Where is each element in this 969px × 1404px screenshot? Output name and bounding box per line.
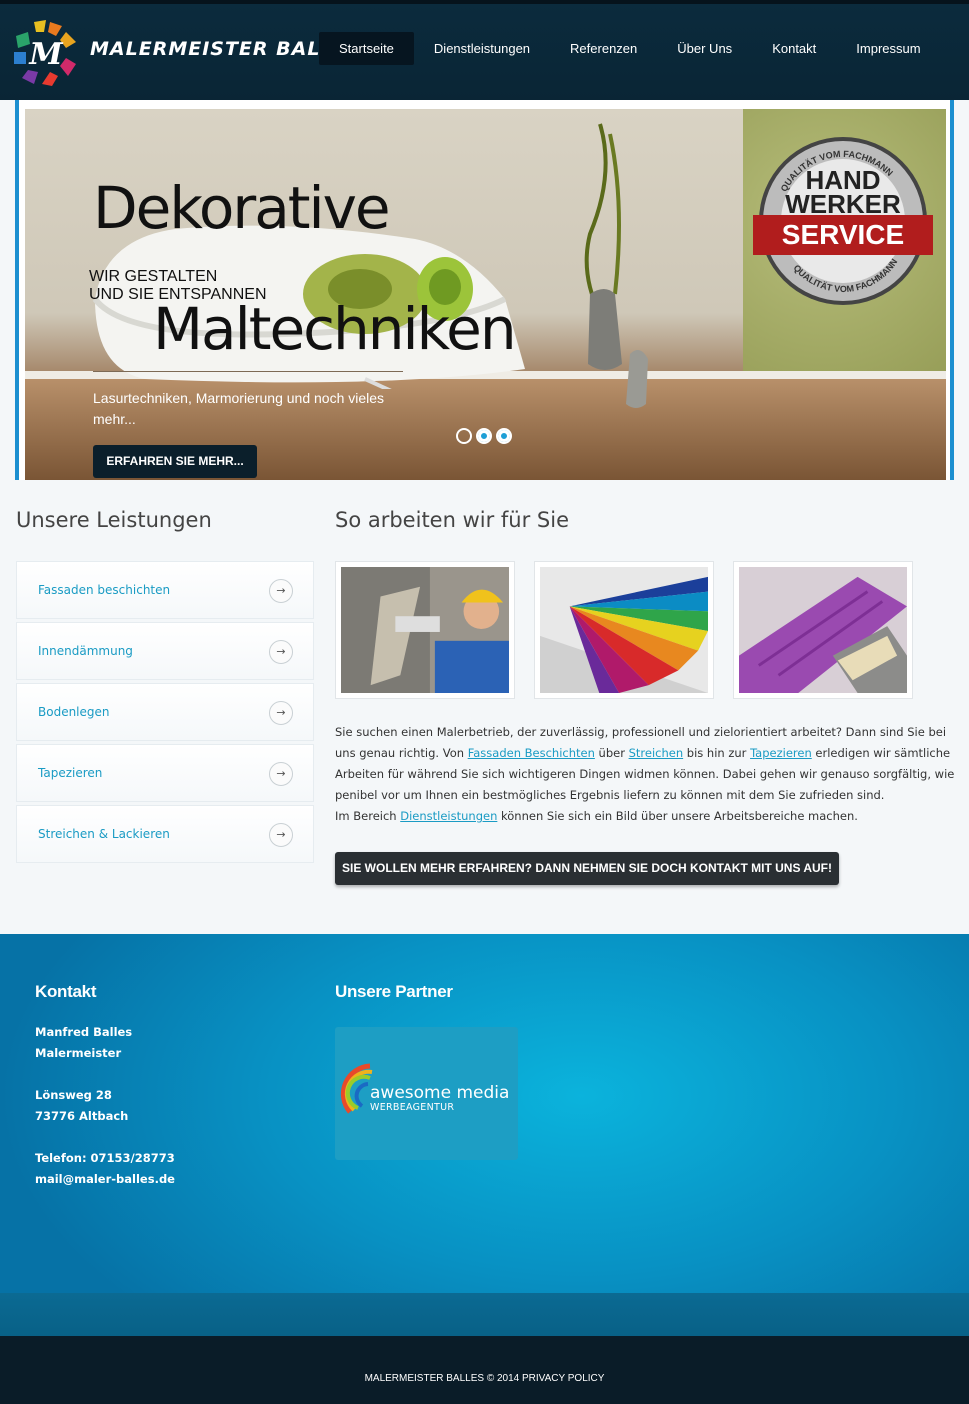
arrow-right-icon: → bbox=[269, 823, 293, 847]
arrow-right-icon: → bbox=[269, 701, 293, 725]
partner-subtitle: WERBEAGENTUR bbox=[370, 1102, 455, 1113]
footer-strip bbox=[0, 1293, 969, 1336]
service-item-fassaden[interactable]: Fassaden beschichten → bbox=[16, 561, 314, 619]
site-header: M MALERMEISTER BALLES Startseite Dienstl… bbox=[0, 0, 969, 100]
service-label: Fassaden beschichten bbox=[38, 583, 171, 597]
handwerker-service-badge: HAND WERKER SERVICE QUALITÄT VOM FACHMAN… bbox=[753, 137, 933, 305]
slider-dot-3[interactable] bbox=[496, 428, 512, 444]
work-heading: So arbeiten wir für Sie bbox=[335, 508, 569, 532]
link-streichen[interactable]: Streichen bbox=[629, 746, 684, 760]
contact-street: Lönsweg 28 bbox=[35, 1088, 112, 1102]
contact-name: Manfred Balles bbox=[35, 1025, 133, 1039]
slide-title-line1: Dekorative bbox=[93, 174, 391, 242]
para-text: über bbox=[594, 746, 629, 760]
plasterer-image bbox=[341, 567, 509, 693]
para-text: können Sie sich ein Bild über unsere Arb… bbox=[497, 809, 858, 823]
logo-mark-icon: M bbox=[14, 20, 76, 86]
slide-title-line2: Maltechniken bbox=[153, 295, 517, 363]
link-dienstleistungen[interactable]: Dienstleistungen bbox=[400, 809, 497, 823]
contact-email[interactable]: mail@maler-balles.de bbox=[35, 1172, 175, 1186]
para-text: bis hin zur bbox=[683, 746, 751, 760]
arrow-right-icon: → bbox=[269, 579, 293, 603]
link-tapezieren[interactable]: Tapezieren bbox=[750, 746, 812, 760]
copyright-line: MALERMEISTER BALLES © 2014 PRIVACY POLIC… bbox=[0, 1373, 969, 1384]
contact-phone[interactable]: Telefon: 07153/28773 bbox=[35, 1151, 175, 1165]
para-text: Im Bereich bbox=[335, 809, 401, 823]
copyright-text: MALERMEISTER BALLES © 2014 bbox=[364, 1373, 520, 1384]
slide-divider bbox=[93, 371, 403, 372]
slide-subtitle-line1: WIR GESTALTEN bbox=[89, 268, 218, 285]
nav-startseite[interactable]: Startseite bbox=[319, 32, 414, 65]
service-label: Tapezieren bbox=[38, 766, 103, 780]
main-nav: Startseite Dienstleistungen Referenzen Ü… bbox=[319, 32, 941, 65]
slide-more-button[interactable]: ERFAHREN SIE MEHR... bbox=[93, 445, 257, 478]
bottom-bar: MALERMEISTER BALLES © 2014 PRIVACY POLIC… bbox=[0, 1336, 969, 1404]
service-item-bodenlegen[interactable]: Bodenlegen → bbox=[16, 683, 314, 741]
contact-heading: Kontakt bbox=[35, 982, 97, 1001]
contact-role: Malermeister bbox=[35, 1046, 122, 1060]
partner-swirl-icon bbox=[340, 1063, 373, 1114]
contact-cta-button[interactable]: SIE WOLLEN MEHR ERFAHREN? DANN NEHMEN SI… bbox=[335, 852, 839, 885]
thumb-plasterer[interactable] bbox=[335, 561, 515, 699]
slide-description: Lasurtechniken, Marmorierung und noch vi… bbox=[93, 390, 385, 427]
partner-name: awesome media bbox=[370, 1083, 510, 1103]
contact-city: 73776 Altbach bbox=[35, 1109, 129, 1123]
service-item-streichen[interactable]: Streichen & Lackieren → bbox=[16, 805, 314, 863]
badge-line3: SERVICE bbox=[782, 219, 904, 250]
slider-dot-2[interactable] bbox=[476, 428, 492, 444]
nav-ueber-uns[interactable]: Über Uns bbox=[657, 32, 752, 65]
service-item-innendaemmung[interactable]: Innendämmung → bbox=[16, 622, 314, 680]
nav-dienstleistungen[interactable]: Dienstleistungen bbox=[414, 32, 550, 65]
arrow-right-icon: → bbox=[269, 640, 293, 664]
arrow-right-icon: → bbox=[269, 762, 293, 786]
service-item-tapezieren[interactable]: Tapezieren → bbox=[16, 744, 314, 802]
slide-vase-image bbox=[584, 123, 648, 408]
services-heading: Unsere Leistungen bbox=[16, 508, 212, 532]
link-fassaden-beschichten[interactable]: Fassaden Beschichten bbox=[468, 746, 595, 760]
slider-pagination bbox=[456, 428, 512, 444]
nav-impressum[interactable]: Impressum bbox=[836, 32, 940, 65]
color-fan-image bbox=[540, 567, 708, 693]
nav-kontakt[interactable]: Kontakt bbox=[752, 32, 836, 65]
service-label: Innendämmung bbox=[38, 644, 133, 658]
service-label: Streichen & Lackieren bbox=[38, 827, 170, 841]
site-logo[interactable]: M MALERMEISTER BALLES bbox=[10, 16, 361, 88]
service-label: Bodenlegen bbox=[38, 705, 110, 719]
work-paragraph: Sie suchen einen Malerbetrieb, der zuver… bbox=[335, 722, 955, 827]
partners-heading: Unsere Partner bbox=[335, 982, 453, 1001]
svg-text:M: M bbox=[28, 37, 63, 72]
thumb-wallpaper[interactable] bbox=[733, 561, 913, 699]
thumb-color-fan[interactable] bbox=[534, 561, 714, 699]
nav-referenzen[interactable]: Referenzen bbox=[550, 32, 657, 65]
slider-dot-1[interactable] bbox=[456, 428, 472, 444]
privacy-policy-link[interactable]: PRIVACY POLICY bbox=[522, 1373, 604, 1384]
wallpaper-image bbox=[739, 567, 907, 693]
badge-line2: WERKER bbox=[785, 189, 901, 219]
partner-logo-awesome-media[interactable]: awesome media WERBEAGENTUR bbox=[335, 1027, 518, 1160]
